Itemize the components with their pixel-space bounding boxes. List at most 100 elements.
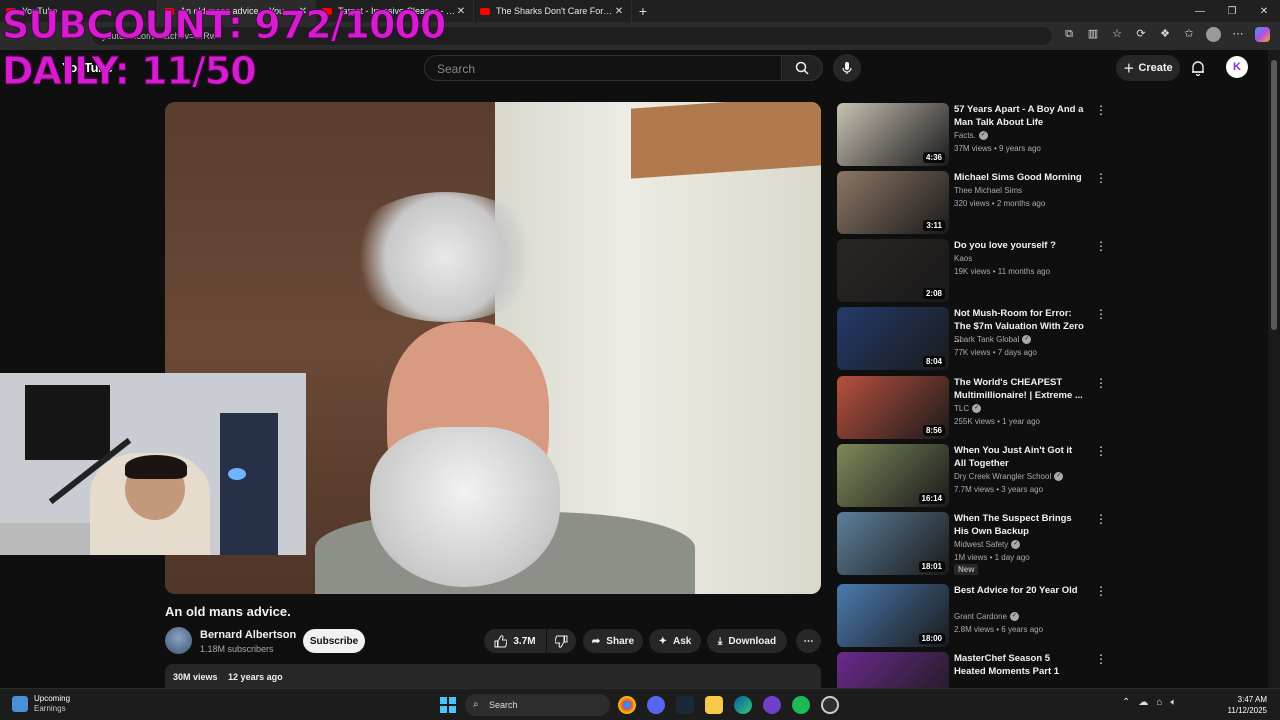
separator-dot: • bbox=[991, 144, 1000, 153]
github-desktop-icon[interactable] bbox=[763, 696, 781, 714]
profile-avatar[interactable] bbox=[1206, 27, 1221, 42]
description-box[interactable]: 30M views 12 years ago bbox=[165, 664, 821, 688]
voice-search-button[interactable] bbox=[833, 54, 861, 82]
recommendation-thumbnail[interactable]: 3:11 bbox=[837, 171, 949, 234]
recommendation-channel[interactable]: Midwest Safety ✓ bbox=[954, 540, 1021, 550]
favorites-icon[interactable]: ✩ bbox=[1182, 27, 1196, 41]
create-button[interactable]: ＋ Create bbox=[1116, 55, 1180, 81]
more-vertical-icon[interactable]: ⋮ bbox=[1095, 584, 1107, 598]
recommendation-title[interactable]: Best Advice for 20 Year Old bbox=[954, 584, 1084, 597]
taskbar-clock[interactable]: 3:47 AM 11/12/2025 bbox=[1225, 694, 1267, 716]
discord-icon[interactable] bbox=[647, 696, 665, 714]
recommendation-title[interactable]: 57 Years Apart - A Boy And a Man Talk Ab… bbox=[954, 103, 1084, 129]
search-icon: ⌕ bbox=[473, 699, 479, 710]
channel-name[interactable]: Bernard Albertson bbox=[200, 629, 296, 641]
like-button[interactable]: 3.7M bbox=[484, 629, 546, 653]
recommendation-channel[interactable]: Shark Tank Global ✓ bbox=[954, 335, 1032, 345]
recommendation-thumbnail[interactable]: 18:00 bbox=[837, 584, 949, 647]
start-button[interactable] bbox=[440, 697, 456, 713]
recommendation-thumbnail[interactable]: 18:01 bbox=[837, 512, 949, 575]
search-button[interactable] bbox=[781, 55, 823, 81]
taskbar-search-label: Search bbox=[489, 700, 518, 710]
more-actions-button[interactable]: ⋯ bbox=[796, 629, 821, 653]
recommendation-channel[interactable]: Grant Cardone ✓ bbox=[954, 612, 1019, 622]
more-vertical-icon[interactable]: ⋮ bbox=[1095, 444, 1107, 458]
recommendation-item[interactable]: 2:08 Do you love yourself ? Kaos 19K views … bbox=[837, 239, 1107, 303]
taskbar-search[interactable]: ⌕ Search bbox=[465, 694, 610, 716]
chrome-icon[interactable] bbox=[618, 696, 636, 714]
recommendation-title[interactable]: Michael Sims Good Morning bbox=[954, 171, 1084, 184]
recommendation-channel[interactable]: Dry Creek Wrangler School ✓ bbox=[954, 472, 1064, 482]
more-vertical-icon[interactable]: ⋮ bbox=[1095, 171, 1107, 185]
minimize-icon[interactable]: — bbox=[1184, 6, 1216, 17]
close-icon[interactable]: ✕ bbox=[455, 6, 467, 17]
browser-tab-sharks[interactable]: The Sharks Don't Care For Ticks! ✕ bbox=[474, 0, 632, 22]
more-vertical-icon[interactable]: ⋮ bbox=[1095, 376, 1107, 390]
taskbar-widget[interactable]: Upcoming Earnings bbox=[12, 694, 70, 714]
recommendation-item[interactable]: 3:11 Michael Sims Good Morning Thee Michae… bbox=[837, 171, 1107, 235]
more-vertical-icon[interactable]: ⋮ bbox=[1095, 652, 1107, 666]
recommendation-thumbnail[interactable]: 4:36 bbox=[837, 103, 949, 166]
dislike-button[interactable] bbox=[547, 629, 576, 653]
refresh-extension-icon[interactable]: ⟳ bbox=[1134, 27, 1148, 41]
favorite-star-icon[interactable]: ☆ bbox=[1110, 27, 1124, 41]
recommendation-item[interactable]: 4:36 57 Years Apart - A Boy And a Man Tal… bbox=[837, 103, 1107, 167]
recommendation-thumbnail[interactable]: 2:08 bbox=[837, 239, 949, 302]
share-button[interactable]: ➦ Share bbox=[583, 629, 643, 653]
spotify-icon[interactable] bbox=[792, 696, 810, 714]
more-vertical-icon[interactable]: ⋮ bbox=[1095, 307, 1107, 321]
recommendation-title[interactable]: When The Suspect Brings His Own Backup bbox=[954, 512, 1084, 538]
account-avatar[interactable]: K bbox=[1226, 56, 1248, 78]
thumbs-up-icon bbox=[494, 634, 508, 647]
separator-dot: • bbox=[987, 553, 995, 562]
network-icon[interactable]: ⌂ bbox=[1156, 697, 1162, 708]
recommendation-age: 2 months ago bbox=[996, 199, 1046, 208]
close-icon[interactable]: ✕ bbox=[613, 6, 625, 17]
copilot-icon[interactable] bbox=[1255, 27, 1270, 42]
collections-icon[interactable]: ❖ bbox=[1158, 27, 1172, 41]
video-duration: 3:11 bbox=[923, 220, 945, 231]
more-vertical-icon[interactable]: ⋮ bbox=[1095, 239, 1107, 253]
download-button[interactable]: ⤓ Download bbox=[707, 629, 787, 653]
recommendation-channel[interactable]: TLC ✓ bbox=[954, 404, 982, 414]
file-explorer-icon[interactable] bbox=[705, 696, 723, 714]
recommendation-age: 11 months ago bbox=[997, 267, 1051, 276]
ask-button[interactable]: ✦ Ask bbox=[649, 629, 701, 653]
maximize-icon[interactable]: ❐ bbox=[1216, 6, 1248, 17]
notifications-button[interactable] bbox=[1188, 58, 1208, 78]
recommendation-title[interactable]: Do you love yourself ? bbox=[954, 239, 1084, 252]
extensions-icon[interactable]: ⧉ bbox=[1062, 27, 1076, 41]
recommendation-channel[interactable]: Facts. ✓ bbox=[954, 131, 988, 141]
search-input[interactable]: Search bbox=[424, 55, 782, 81]
settings-more-icon[interactable]: ⋯ bbox=[1231, 27, 1245, 41]
scrollbar-thumb[interactable] bbox=[1271, 60, 1277, 330]
recommendation-channel[interactable]: Thee Michael Sims bbox=[954, 186, 1022, 195]
recommendation-thumbnail[interactable]: 8:56 bbox=[837, 376, 949, 439]
recommendation-channel[interactable]: Kaos bbox=[954, 254, 972, 263]
subscribe-button[interactable]: Subscribe bbox=[303, 629, 365, 653]
recommendation-title[interactable]: MasterChef Season 5 Heated Moments Part … bbox=[954, 652, 1084, 678]
recommendation-thumbnail[interactable]: 8:04 bbox=[837, 307, 949, 370]
channel-avatar[interactable] bbox=[165, 627, 192, 654]
recommendation-item[interactable]: 8:56 The World's CHEAPEST Multimillionair… bbox=[837, 376, 1107, 440]
recommendation-item[interactable]: 8:04 Not Mush-Room for Error: The $7m Val… bbox=[837, 307, 1107, 371]
recommendation-title[interactable]: The World's CHEAPEST Multimillionaire! |… bbox=[954, 376, 1084, 402]
chevron-up-icon[interactable]: ⌃ bbox=[1122, 697, 1130, 708]
steam-icon[interactable] bbox=[676, 696, 694, 714]
obs-icon[interactable] bbox=[821, 696, 839, 714]
more-vertical-icon[interactable]: ⋮ bbox=[1095, 103, 1107, 117]
split-screen-icon[interactable]: ▥ bbox=[1086, 27, 1100, 41]
page-scrollbar[interactable] bbox=[1268, 50, 1280, 688]
recommendation-views: 7.7M views bbox=[954, 485, 995, 494]
more-vertical-icon[interactable]: ⋮ bbox=[1095, 512, 1107, 526]
onedrive-icon[interactable]: ☁ bbox=[1138, 697, 1148, 708]
volume-icon[interactable]: 🔈︎ bbox=[1170, 697, 1176, 708]
close-window-icon[interactable]: ✕ bbox=[1248, 6, 1280, 17]
recommendation-thumbnail[interactable]: 16:14 bbox=[837, 444, 949, 507]
edge-icon[interactable] bbox=[734, 696, 752, 714]
recommendation-title[interactable]: When You Just Ain't Got it All Together bbox=[954, 444, 1084, 470]
recommendation-item[interactable]: 18:00 Best Advice for 20 Year Old Grant Ca… bbox=[837, 584, 1107, 648]
recommendation-item[interactable]: 16:14 When You Just Ain't Got it All Toge… bbox=[837, 444, 1107, 508]
recommendation-item[interactable]: 18:01 When The Suspect Brings His Own Bac… bbox=[837, 512, 1107, 576]
new-tab-button[interactable]: + bbox=[632, 3, 654, 19]
